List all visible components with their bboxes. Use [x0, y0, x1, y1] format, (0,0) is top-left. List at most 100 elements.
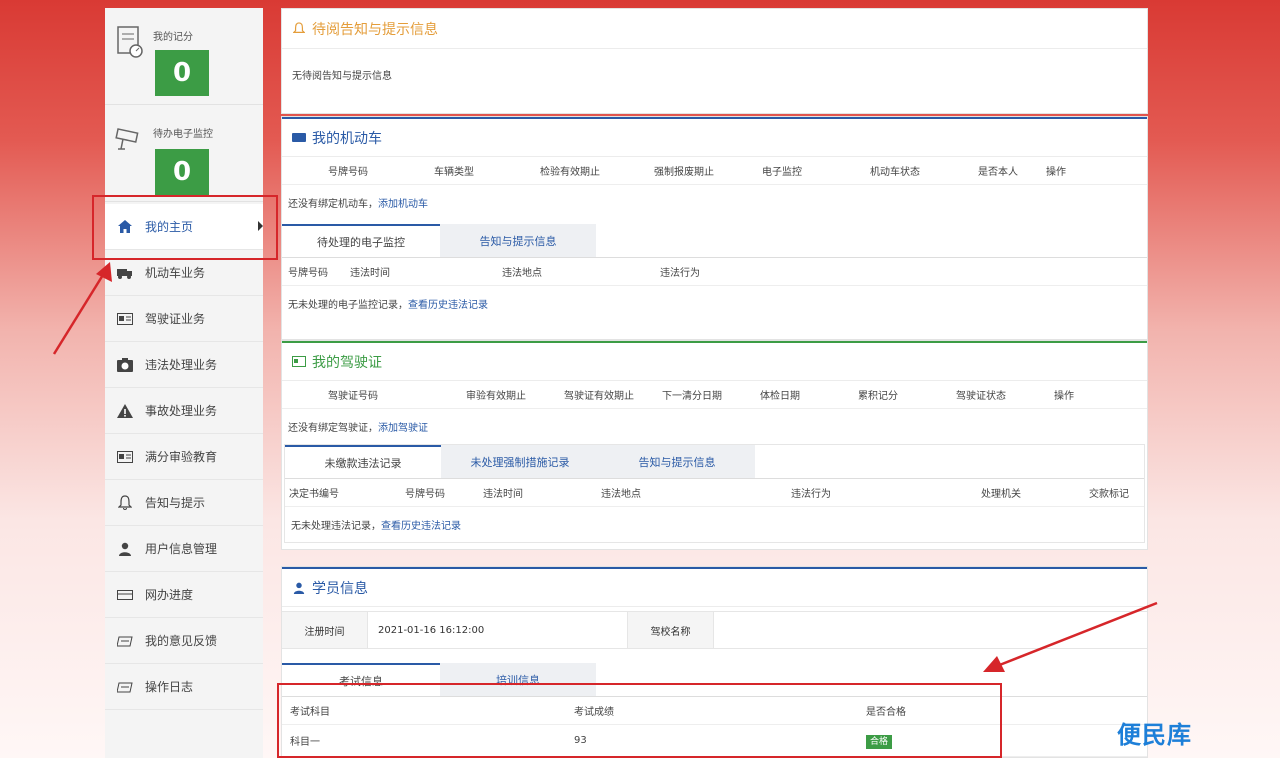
column-header: 号牌号码 [328, 167, 368, 178]
notice-panel-header: 待阅告知与提示信息 [282, 9, 1147, 49]
sidebar-item-label: 违法处理业务 [145, 358, 218, 372]
school-label: 驾校名称 [628, 612, 714, 648]
sidebar-item-label: 机动车业务 [145, 266, 206, 280]
sidebar-item-progress[interactable]: 网办进度 [105, 572, 263, 618]
warning-icon [117, 403, 133, 419]
column-header: 电子监控 [762, 167, 802, 178]
monitor-table-header: 号牌号码 违法时间 违法地点 违法行为 [282, 258, 1147, 286]
vehicle-title: 我的机动车 [312, 130, 382, 147]
license-table-header: 驾驶证号码 审验有效期止 驾驶证有效期止 下一清分日期 体检日期 累积记分 驾驶… [282, 381, 1147, 409]
add-license-link[interactable]: 添加驾驶证 [378, 423, 428, 434]
sidebar-item-label: 用户信息管理 [145, 542, 218, 556]
monitor-label: 待办电子监控 [153, 129, 213, 140]
column-header: 下一清分日期 [662, 391, 722, 402]
license-empty-text: 还没有绑定驾驶证， [288, 423, 378, 434]
sidebar-item-education[interactable]: 满分审验教育 [105, 434, 263, 480]
sidebar-item-label: 告知与提示 [145, 496, 206, 510]
sidebar-item-feedback[interactable]: 我的意见反馈 [105, 618, 263, 664]
vehicle-panel-header: 我的机动车 [282, 117, 1147, 157]
log-icon [117, 679, 133, 695]
sidebar-item-user[interactable]: 用户信息管理 [105, 526, 263, 572]
column-header: 体检日期 [760, 391, 800, 402]
sidebar-item-violation[interactable]: 违法处理业务 [105, 342, 263, 388]
car-icon [292, 131, 306, 145]
license-subsection: 未缴款违法记录 未处理强制措施记录 告知与提示信息 决定书编号 号牌号码 违法时… [284, 444, 1145, 543]
user-icon [292, 581, 306, 595]
bell-icon [117, 495, 133, 511]
monitor-empty-text: 无未处理的电子监控记录， [288, 300, 408, 311]
sidebar-item-label: 满分审验教育 [145, 450, 218, 464]
reg-time-value: 2021-01-16 16:12:00 [368, 612, 628, 648]
column-header: 操作 [1054, 391, 1074, 402]
score-label: 我的记分 [153, 32, 193, 43]
column-header: 决定书编号 [289, 489, 339, 500]
tab-vehicle-notice[interactable]: 告知与提示信息 [440, 224, 596, 257]
license-empty-row: 还没有绑定驾驶证，添加驾驶证 [282, 409, 1147, 444]
sidebar-item-accident[interactable]: 事故处理业务 [105, 388, 263, 434]
violation-table-header: 决定书编号 号牌号码 违法时间 违法地点 违法行为 处理机关 交款标记 [285, 479, 1144, 507]
column-header: 违法地点 [502, 268, 542, 279]
column-header: 机动车状态 [870, 167, 920, 178]
notice-empty-text: 无待阅告知与提示信息 [292, 71, 392, 82]
sidebar-item-log[interactable]: 操作日志 [105, 664, 263, 710]
sidebar-item-label: 事故处理业务 [145, 404, 218, 418]
user-icon [117, 541, 133, 557]
monitor-empty-row: 无未处理的电子监控记录，查看历史违法记录 [282, 286, 1147, 321]
sidebar-item-label: 驾驶证业务 [145, 312, 206, 326]
column-header: 号牌号码 [288, 268, 328, 279]
score-value[interactable]: 0 [155, 50, 209, 96]
arrow-annotation-right [983, 601, 1158, 672]
score-document-icon [117, 26, 143, 58]
monitor-history-link[interactable]: 查看历史违法记录 [408, 300, 488, 311]
tab-pending-monitor[interactable]: 待处理的电子监控 [282, 224, 440, 257]
license-card-icon [292, 355, 306, 369]
card-icon [117, 449, 133, 465]
vehicle-tabs: 待处理的电子监控 告知与提示信息 [282, 224, 1147, 258]
column-header: 处理机关 [981, 489, 1021, 500]
tab-unpaid-violation[interactable]: 未缴款违法记录 [285, 445, 441, 478]
sidebar-item-label: 我的意见反馈 [145, 634, 218, 648]
notice-panel: 待阅告知与提示信息 无待阅告知与提示信息 [281, 8, 1148, 114]
sidebar: 我的记分 0 待办电子监控 0 我的主页 机动车业务 驾驶证业务 违法处理业务 [105, 8, 263, 758]
column-header: 强制报废期止 [654, 167, 714, 178]
column-header: 违法时间 [483, 489, 523, 500]
column-header: 审验有效期止 [466, 391, 526, 402]
arrow-annotation-left [52, 262, 112, 355]
column-header: 操作 [1046, 167, 1066, 178]
watermark-logo: 便民库 [1117, 721, 1192, 749]
license-panel: 我的驾驶证 驾驶证号码 审验有效期止 驾驶证有效期止 下一清分日期 体检日期 累… [281, 340, 1148, 550]
violation-history-link[interactable]: 查看历史违法记录 [381, 521, 461, 532]
monitor-value[interactable]: 0 [155, 149, 209, 195]
feedback-icon [117, 633, 133, 649]
sidebar-item-notice[interactable]: 告知与提示 [105, 480, 263, 526]
score-card[interactable]: 我的记分 0 [105, 8, 263, 105]
column-header: 号牌号码 [405, 489, 445, 500]
reg-time-label: 注册时间 [282, 612, 368, 648]
monitor-card[interactable]: 待办电子监控 0 [105, 105, 263, 202]
student-title: 学员信息 [312, 580, 368, 597]
column-header: 违法时间 [350, 268, 390, 279]
license-title: 我的驾驶证 [312, 354, 382, 371]
column-header: 是否本人 [978, 167, 1018, 178]
column-header: 检验有效期止 [540, 167, 600, 178]
camera-icon [115, 128, 139, 150]
sidebar-item-label: 操作日志 [145, 680, 194, 694]
vehicle-empty-text: 还没有绑定机动车， [288, 199, 378, 210]
sidebar-item-label: 网办进度 [145, 588, 194, 602]
vehicle-empty-row: 还没有绑定机动车，添加机动车 [282, 185, 1147, 220]
sidebar-item-license[interactable]: 驾驶证业务 [105, 296, 263, 342]
exam-highlight-box [277, 683, 1002, 758]
column-header: 违法行为 [660, 268, 700, 279]
column-header: 车辆类型 [434, 167, 474, 178]
vehicle-table-header: 号牌号码 车辆类型 检验有效期止 强制报废期止 电子监控 机动车状态 是否本人 … [282, 157, 1147, 185]
column-header: 驾驶证有效期止 [564, 391, 634, 402]
add-vehicle-link[interactable]: 添加机动车 [378, 199, 428, 210]
column-header: 驾驶证号码 [328, 391, 378, 402]
column-header: 违法地点 [601, 489, 641, 500]
column-header: 累积记分 [858, 391, 898, 402]
tab-license-notice[interactable]: 告知与提示信息 [599, 445, 755, 478]
progress-icon [117, 587, 133, 603]
tab-enforcement-records[interactable]: 未处理强制措施记录 [441, 445, 599, 478]
bell-icon [292, 22, 306, 36]
violation-empty-text: 无未处理违法记录， [291, 521, 381, 532]
